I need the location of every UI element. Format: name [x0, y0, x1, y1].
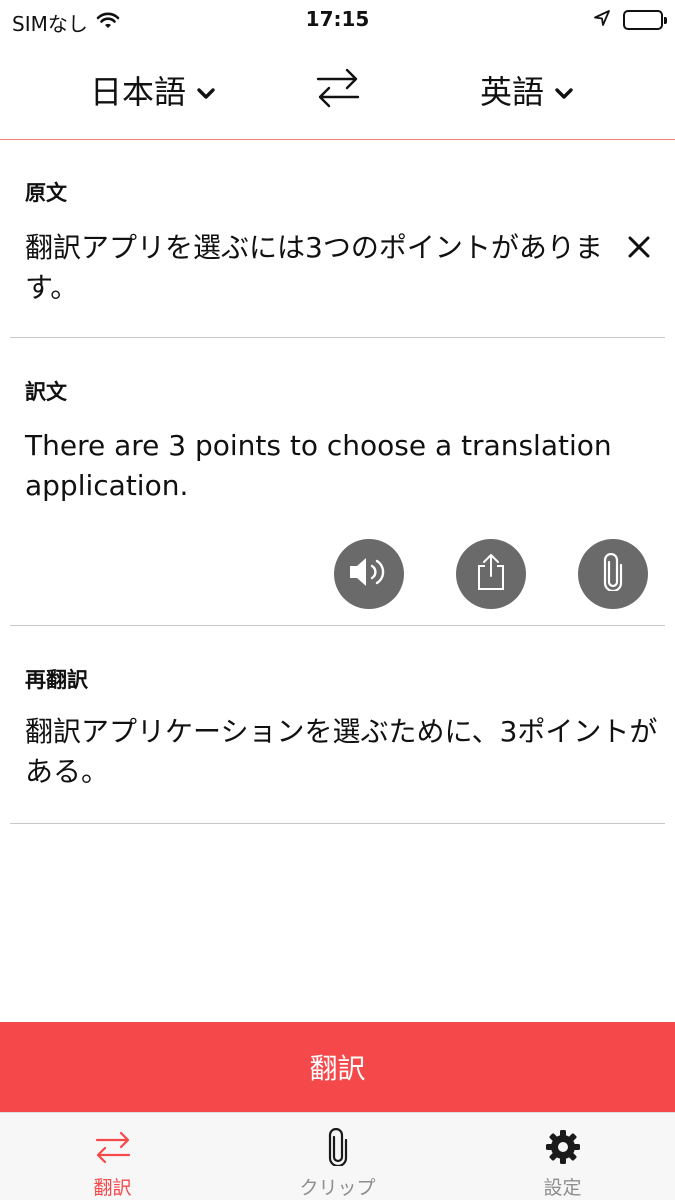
- location-arrow-icon: [593, 9, 611, 31]
- tab-clip[interactable]: クリップ: [225, 1113, 450, 1200]
- translate-button-label: 翻訳: [309, 1052, 366, 1085]
- translation-section: 訳文 There are 3 points to choose a transl…: [0, 338, 675, 626]
- status-bar: SIMなし 17:15: [0, 0, 675, 40]
- source-title: 原文: [25, 181, 67, 205]
- swap-languages-button[interactable]: [308, 62, 368, 118]
- translation-text: There are 3 points to choose a translati…: [25, 429, 612, 502]
- tab-label: クリップ: [299, 1177, 376, 1199]
- swap-arrows-icon: [0, 1127, 225, 1167]
- tab-translate[interactable]: 翻訳: [0, 1113, 225, 1200]
- paperclip-icon: [601, 552, 625, 595]
- tab-label: 設定: [543, 1177, 582, 1199]
- paperclip-icon: [225, 1127, 450, 1167]
- source-language-label: 日本語: [90, 73, 187, 111]
- clock: 17:15: [305, 7, 370, 31]
- clip-button[interactable]: [578, 539, 648, 609]
- clear-button[interactable]: [622, 232, 656, 266]
- tab-label: 翻訳: [93, 1177, 132, 1199]
- speaker-icon: [347, 555, 391, 593]
- speak-button[interactable]: [334, 539, 404, 609]
- gear-icon: [450, 1127, 675, 1167]
- source-text[interactable]: 翻訳アプリを選ぶには3つのポイントがあります。: [25, 228, 605, 308]
- close-icon: [627, 235, 651, 263]
- swap-arrows-icon: [314, 66, 362, 114]
- language-header: 日本語 英語: [0, 40, 675, 140]
- share-icon: [474, 552, 508, 596]
- translation-title: 訳文: [25, 380, 67, 404]
- translate-button[interactable]: 翻訳: [0, 1022, 675, 1112]
- source-language-selector[interactable]: 日本語: [90, 66, 216, 114]
- tab-bar: 翻訳 クリップ 設定: [0, 1112, 675, 1200]
- retranslation-title: 再翻訳: [25, 668, 88, 692]
- chevron-down-icon: [554, 71, 574, 109]
- retranslation-section: 再翻訳 翻訳アプリケーションを選ぶために、3ポイントがある。: [0, 626, 675, 824]
- target-language-label: 英語: [480, 73, 545, 111]
- source-section: 原文 翻訳アプリを選ぶには3つのポイントがあります。: [0, 140, 675, 338]
- translator-screen: SIMなし 17:15 日本語 英語 原文 翻訳アプリを選ぶには3つのポイントが…: [0, 0, 675, 1200]
- battery-icon: [623, 10, 667, 30]
- status-right: [593, 9, 667, 31]
- chevron-down-icon: [196, 71, 216, 109]
- retranslation-text: 翻訳アプリケーションを選ぶために、3ポイントがある。: [25, 715, 658, 788]
- target-language-selector[interactable]: 英語: [480, 66, 574, 114]
- divider: [10, 823, 665, 824]
- tab-settings[interactable]: 設定: [450, 1113, 675, 1200]
- share-button[interactable]: [456, 539, 526, 609]
